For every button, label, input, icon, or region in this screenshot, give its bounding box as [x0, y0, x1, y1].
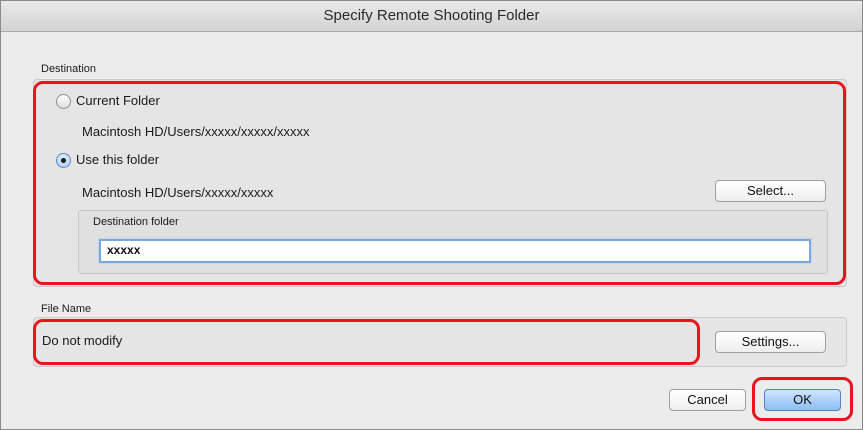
file-name-value: Do not modify — [42, 333, 123, 348]
destination-folder-label: Destination folder — [93, 216, 179, 228]
destination-folder-input[interactable]: xxxxx — [99, 239, 811, 263]
current-folder-label[interactable]: Current Folder — [76, 93, 160, 108]
settings-button[interactable]: Settings... — [715, 331, 826, 353]
dialog-window: Specify Remote Shooting Folder Destinati… — [0, 0, 863, 430]
destination-section-label: Destination — [41, 63, 97, 75]
use-this-folder-path: Macintosh HD/Users/xxxxx/xxxxx — [82, 185, 274, 200]
use-this-folder-radio[interactable] — [56, 153, 71, 168]
current-folder-path: Macintosh HD/Users/xxxxx/xxxxx/xxxxx — [82, 124, 310, 139]
ok-button[interactable]: OK — [764, 389, 841, 411]
current-folder-radio[interactable] — [56, 94, 71, 109]
destination-folder-box: Destination folder xxxxx — [78, 210, 828, 274]
use-this-folder-label[interactable]: Use this folder — [76, 152, 159, 167]
cancel-button[interactable]: Cancel — [669, 389, 746, 411]
select-button[interactable]: Select... — [715, 180, 826, 202]
file-name-group: Do not modify Settings... — [33, 317, 847, 367]
file-name-section-label: File Name — [41, 303, 92, 315]
destination-group: Current Folder Macintosh HD/Users/xxxxx/… — [33, 79, 847, 287]
window-title: Specify Remote Shooting Folder — [1, 1, 862, 32]
